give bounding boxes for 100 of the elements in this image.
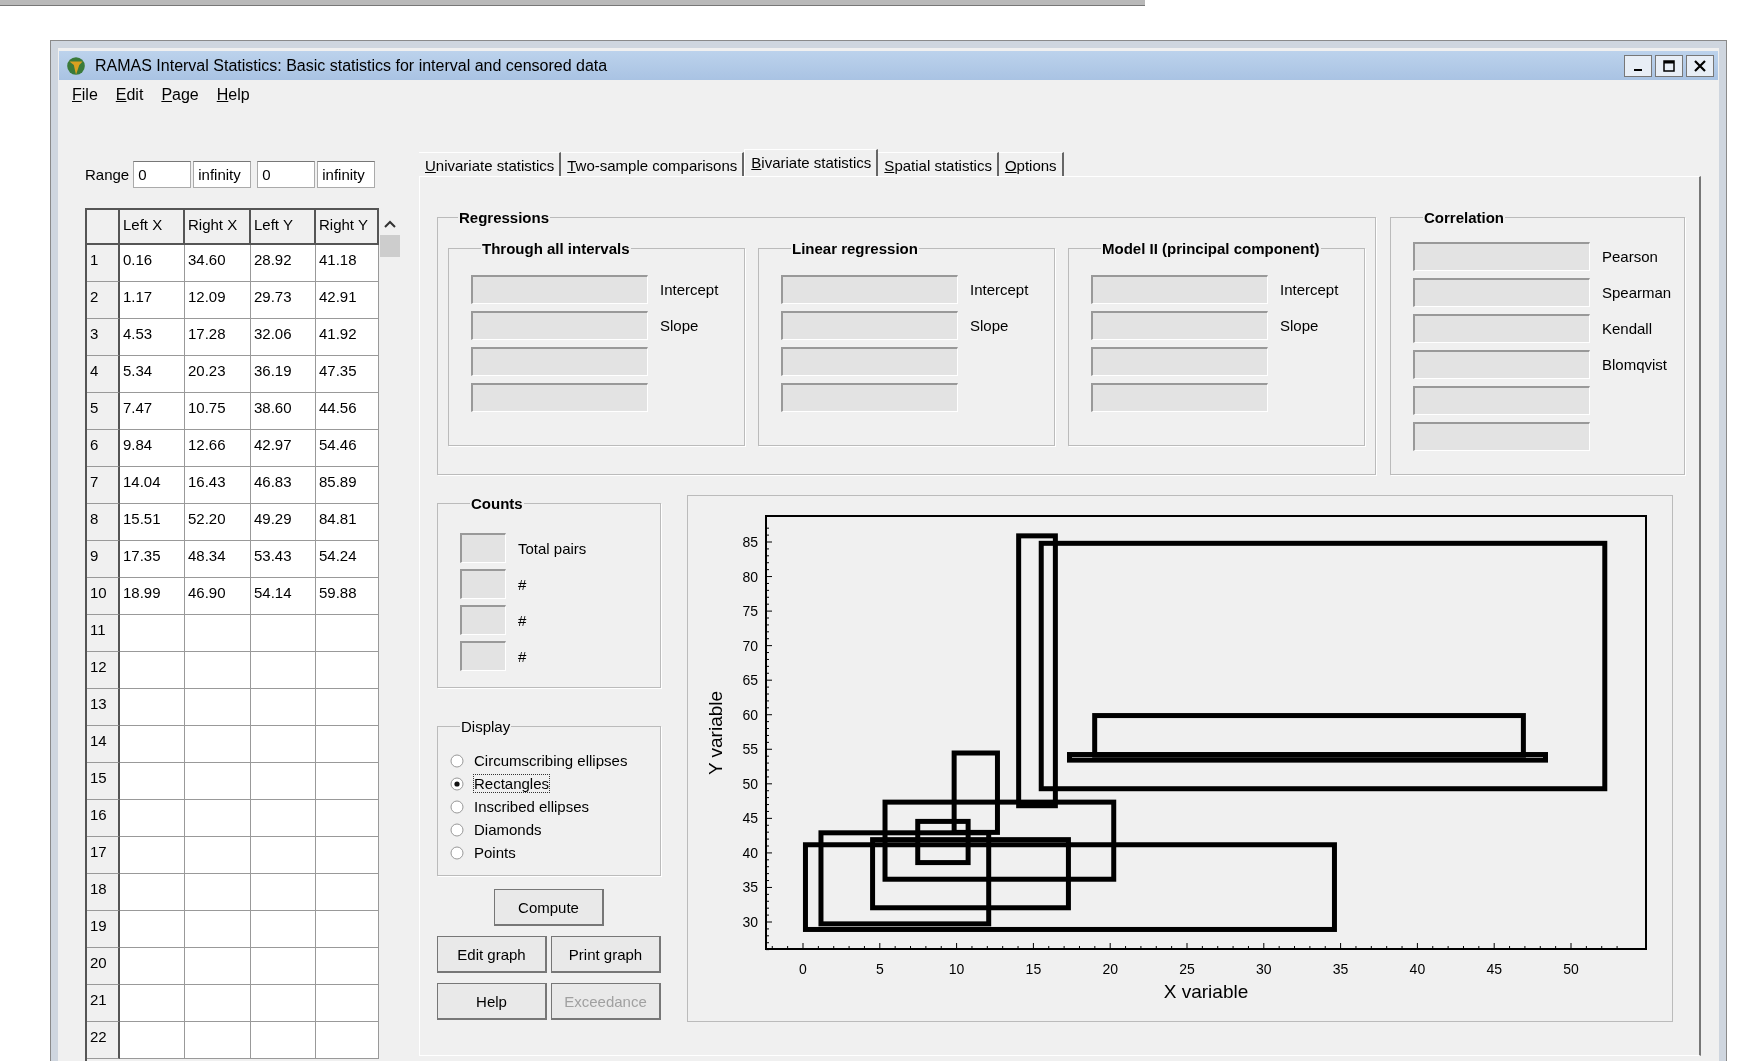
table-cell[interactable]: 10.75 — [185, 393, 251, 430]
table-cell[interactable] — [316, 837, 379, 874]
table-cell[interactable] — [316, 615, 379, 652]
table-cell[interactable] — [316, 689, 379, 726]
radio-button[interactable] — [450, 753, 464, 768]
option-label[interactable]: Inscribed ellipses — [473, 797, 591, 816]
table-cell[interactable] — [185, 689, 251, 726]
output-field[interactable] — [471, 310, 648, 340]
table-cell[interactable] — [120, 948, 185, 985]
table-cell[interactable]: 36.19 — [251, 356, 316, 393]
table-cell[interactable] — [251, 1022, 316, 1059]
table-cell[interactable]: 1.17 — [120, 282, 185, 319]
radio-button[interactable] — [450, 776, 464, 791]
push-button[interactable]: Help — [437, 983, 547, 1020]
option-label[interactable]: Circumscribing ellipses — [473, 751, 629, 770]
table-cell[interactable] — [251, 800, 316, 837]
maximize-icon[interactable] — [1662, 58, 1676, 73]
option-label[interactable]: Rectangles — [473, 774, 551, 793]
table-cell[interactable] — [185, 652, 251, 689]
output-field[interactable] — [460, 641, 506, 671]
table-cell[interactable] — [120, 874, 185, 911]
output-field[interactable] — [1413, 385, 1590, 415]
table-cell[interactable]: 20.23 — [185, 356, 251, 393]
table-cell[interactable]: 84.81 — [316, 504, 379, 541]
table-cell[interactable]: 42.91 — [316, 282, 379, 319]
table-cell[interactable] — [185, 874, 251, 911]
table-cell[interactable] — [120, 763, 185, 800]
table-cell[interactable]: 9.84 — [120, 430, 185, 467]
table-cell[interactable]: 14.04 — [120, 467, 185, 504]
output-field[interactable] — [1413, 241, 1590, 271]
table-cell[interactable]: 29.73 — [251, 282, 316, 319]
table-cell[interactable]: 18.99 — [120, 578, 185, 615]
table-cell[interactable]: 85.89 — [316, 467, 379, 504]
table-cell[interactable] — [120, 985, 185, 1022]
push-button[interactable]: Edit graph — [437, 936, 547, 973]
option-label[interactable]: Points — [473, 843, 517, 862]
table-cell[interactable]: 54.24 — [316, 541, 379, 578]
menu-item[interactable]: Page — [161, 86, 199, 112]
table-cell[interactable]: 38.60 — [251, 393, 316, 430]
output-field[interactable] — [1091, 346, 1268, 376]
table-cell[interactable]: 12.66 — [185, 430, 251, 467]
output-field[interactable] — [471, 274, 648, 304]
table-cell[interactable]: 47.35 — [316, 356, 379, 393]
table-cell[interactable]: 52.20 — [185, 504, 251, 541]
table-cell[interactable]: 54.46 — [316, 430, 379, 467]
radio-button[interactable] — [450, 799, 464, 814]
table-cell[interactable] — [120, 726, 185, 763]
table-cell[interactable] — [185, 837, 251, 874]
table-cell[interactable] — [316, 726, 379, 763]
table-cell[interactable] — [185, 763, 251, 800]
table-cell[interactable] — [120, 652, 185, 689]
minimize-button[interactable] — [1624, 54, 1652, 77]
table-cell[interactable] — [316, 652, 379, 689]
table-cell[interactable] — [185, 1022, 251, 1059]
table-cell[interactable]: 32.06 — [251, 319, 316, 356]
table-cell[interactable] — [316, 800, 379, 837]
table-cell[interactable]: 17.28 — [185, 319, 251, 356]
close-icon[interactable] — [1693, 58, 1707, 73]
output-field[interactable] — [781, 274, 958, 304]
table-cell[interactable] — [251, 615, 316, 652]
table-cell[interactable] — [316, 874, 379, 911]
table-cell[interactable]: 34.60 — [185, 245, 251, 282]
tab[interactable]: Two-sample comparisons — [561, 152, 745, 176]
table-cell[interactable] — [185, 615, 251, 652]
output-field[interactable] — [460, 605, 506, 635]
close-button[interactable] — [1686, 54, 1714, 77]
table-cell[interactable] — [120, 800, 185, 837]
output-field[interactable] — [1091, 382, 1268, 412]
table-cell[interactable]: 4.53 — [120, 319, 185, 356]
output-field[interactable] — [471, 346, 648, 376]
table-cell[interactable]: 7.47 — [120, 393, 185, 430]
radio-button[interactable] — [450, 822, 464, 837]
range-field[interactable]: infinity — [317, 161, 376, 188]
output-field[interactable] — [1413, 313, 1590, 343]
table-cell[interactable] — [251, 763, 316, 800]
table-cell[interactable] — [316, 948, 379, 985]
output-field[interactable] — [781, 310, 958, 340]
table-cell[interactable] — [251, 652, 316, 689]
table-cell[interactable]: 41.18 — [316, 245, 379, 282]
table-cell[interactable]: 44.56 — [316, 393, 379, 430]
table-cell[interactable]: 17.35 — [120, 541, 185, 578]
table-cell[interactable]: 5.34 — [120, 356, 185, 393]
table-cell[interactable]: 28.92 — [251, 245, 316, 282]
option-label[interactable]: Diamonds — [473, 820, 543, 839]
table-cell[interactable] — [185, 948, 251, 985]
output-field[interactable] — [781, 382, 958, 412]
radio-button[interactable] — [450, 845, 464, 860]
table-cell[interactable]: 15.51 — [120, 504, 185, 541]
output-field[interactable] — [781, 346, 958, 376]
table-cell[interactable] — [316, 1022, 379, 1059]
table-cell[interactable]: 46.83 — [251, 467, 316, 504]
table-cell[interactable] — [251, 911, 316, 948]
menu-item[interactable]: Help — [216, 86, 250, 112]
output-field[interactable] — [471, 382, 648, 412]
output-field[interactable] — [1413, 349, 1590, 379]
tab[interactable]: Univariate statistics — [419, 152, 562, 176]
tab[interactable]: Options — [998, 152, 1064, 176]
table-cell[interactable]: 0.16 — [120, 245, 185, 282]
table-cell[interactable]: 41.92 — [316, 319, 379, 356]
table-cell[interactable]: 42.97 — [251, 430, 316, 467]
